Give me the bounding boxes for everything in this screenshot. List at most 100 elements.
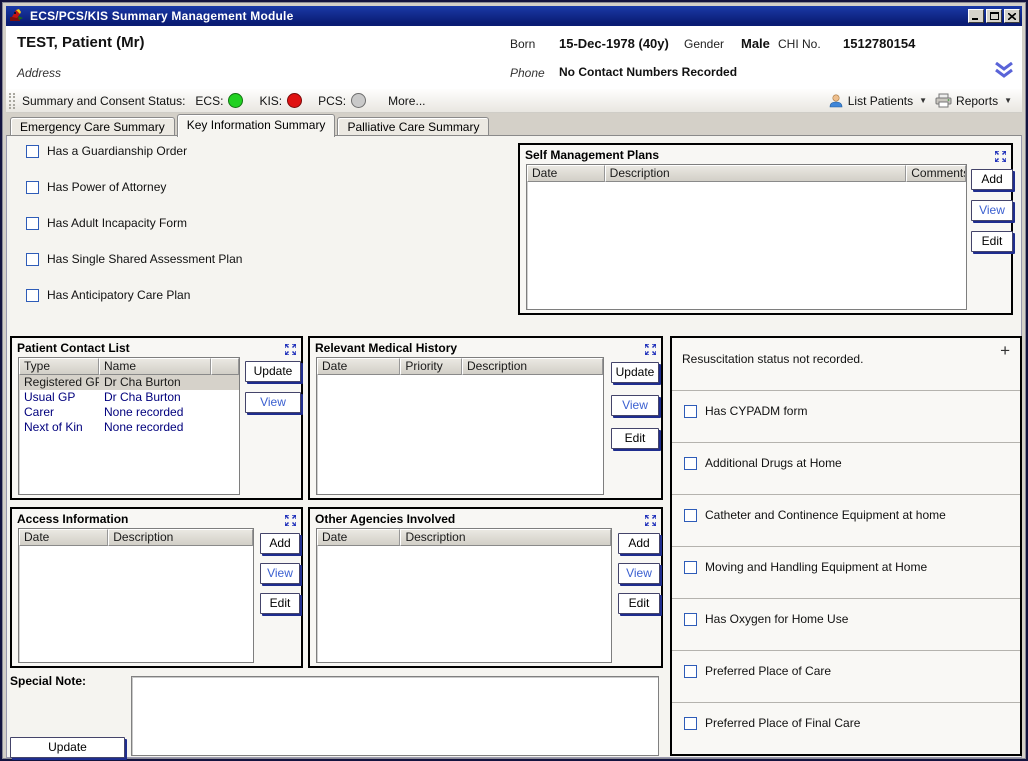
tab-palliative-care-summary[interactable]: Palliative Care Summary bbox=[337, 117, 489, 136]
medical-history-view-button[interactable]: View bbox=[611, 395, 659, 416]
expand-icon bbox=[995, 151, 1006, 162]
preferred-place-final-care-checkbox[interactable] bbox=[684, 717, 697, 730]
contact-row-registered-gp[interactable]: Registered GP Dr Cha Burton bbox=[19, 375, 239, 390]
other-agencies-edit-button[interactable]: Edit bbox=[618, 593, 660, 614]
patient-contact-view-button[interactable]: View bbox=[245, 392, 301, 413]
column-header[interactable]: Type bbox=[19, 358, 99, 375]
column-header[interactable]: Date bbox=[317, 529, 400, 546]
oxygen-checkbox[interactable] bbox=[684, 613, 697, 626]
special-note-update-button[interactable]: Update bbox=[10, 737, 125, 758]
adult-incapacity-row: Has Adult Incapacity Form bbox=[26, 216, 187, 230]
expand-header-button[interactable] bbox=[993, 62, 1015, 84]
anticipatory-care-checkbox[interactable] bbox=[26, 289, 39, 302]
self-management-add-button[interactable]: Add bbox=[971, 169, 1013, 190]
maximize-button[interactable] bbox=[986, 9, 1002, 23]
column-header[interactable]: Comments bbox=[906, 165, 966, 182]
app-icon[interactable] bbox=[9, 8, 25, 24]
other-agencies-view-button[interactable]: View bbox=[618, 563, 660, 584]
care-flags-panel: Resuscitation status not recorded. + Has… bbox=[670, 336, 1022, 756]
catheter-continence-inner: Catheter and Continence Equipment at hom… bbox=[684, 508, 946, 522]
preferred-place-care-label: Preferred Place of Care bbox=[705, 664, 831, 678]
toolbar-grip[interactable] bbox=[9, 93, 15, 109]
contact-row-next-of-kin[interactable]: Next of Kin None recorded bbox=[19, 420, 239, 435]
medical-history-list[interactable]: Date Priority Description bbox=[316, 357, 604, 495]
resuscitation-status-row: Resuscitation status not recorded. + bbox=[672, 338, 1020, 391]
contact-name: None recorded bbox=[99, 405, 239, 420]
access-information-add-button[interactable]: Add bbox=[260, 533, 300, 554]
patient-contact-list-panel: Patient Contact List Type Name Registere… bbox=[10, 336, 303, 500]
minimize-button[interactable] bbox=[968, 9, 984, 23]
preferred-place-final-care-label: Preferred Place of Final Care bbox=[705, 716, 860, 730]
moving-handling-inner: Moving and Handling Equipment at Home bbox=[684, 560, 927, 574]
other-agencies-expand-button[interactable] bbox=[645, 513, 656, 531]
kis-label: KIS: bbox=[259, 94, 282, 108]
self-management-edit-button[interactable]: Edit bbox=[971, 231, 1013, 252]
ecs-status-indicator bbox=[228, 93, 243, 108]
moving-handling-checkbox[interactable] bbox=[684, 561, 697, 574]
column-header[interactable]: Description bbox=[108, 529, 253, 546]
add-resuscitation-button[interactable]: + bbox=[1000, 342, 1010, 359]
access-information-view-button[interactable]: View bbox=[260, 563, 300, 584]
column-header[interactable]: Priority bbox=[400, 358, 462, 375]
tab-emergency-care-summary[interactable]: Emergency Care Summary bbox=[10, 117, 175, 136]
patient-header: TEST, Patient (Mr) Born 15-Dec-1978 (40y… bbox=[6, 26, 1022, 88]
access-information-expand-button[interactable] bbox=[285, 513, 296, 531]
medical-history-expand-button[interactable] bbox=[645, 342, 656, 360]
column-header[interactable] bbox=[211, 358, 239, 375]
patient-contact-list[interactable]: Type Name Registered GP Dr Cha Burton Us… bbox=[18, 357, 240, 495]
column-header[interactable]: Description bbox=[462, 358, 603, 375]
self-management-view-button[interactable]: View bbox=[971, 200, 1013, 221]
additional-drugs-checkbox[interactable] bbox=[684, 457, 697, 470]
reports-button[interactable]: Reports ▼ bbox=[933, 91, 1014, 110]
patient-contact-update-button[interactable]: Update bbox=[245, 361, 301, 382]
adult-incapacity-checkbox[interactable] bbox=[26, 217, 39, 230]
access-information-edit-button[interactable]: Edit bbox=[260, 593, 300, 614]
medical-history-update-button[interactable]: Update bbox=[611, 362, 659, 383]
user-icon bbox=[828, 93, 844, 109]
chevron-double-down-icon bbox=[993, 62, 1015, 79]
power-of-attorney-checkbox[interactable] bbox=[26, 181, 39, 194]
contact-row-carer[interactable]: Carer None recorded bbox=[19, 405, 239, 420]
phone-value: No Contact Numbers Recorded bbox=[559, 65, 737, 79]
column-header[interactable]: Date bbox=[527, 165, 605, 182]
self-management-plans-list[interactable]: Date Description Comments bbox=[526, 164, 967, 310]
additional-drugs-row: Additional Drugs at Home bbox=[672, 443, 1020, 495]
preferred-place-care-checkbox[interactable] bbox=[684, 665, 697, 678]
column-header[interactable]: Description bbox=[605, 165, 907, 182]
other-agencies-panel: Other Agencies Involved Date Description… bbox=[308, 507, 663, 668]
tab-key-information-summary[interactable]: Key Information Summary bbox=[177, 114, 336, 137]
other-agencies-add-button[interactable]: Add bbox=[618, 533, 660, 554]
additional-drugs-inner: Additional Drugs at Home bbox=[684, 456, 842, 470]
special-note-textarea[interactable] bbox=[131, 676, 659, 756]
relevant-medical-history-title: Relevant Medical History bbox=[310, 338, 661, 355]
patient-contact-expand-button[interactable] bbox=[285, 342, 296, 360]
anticipatory-care-row: Has Anticipatory Care Plan bbox=[26, 288, 190, 302]
key-information-summary-content: Has a Guardianship Order Has Power of At… bbox=[6, 135, 1022, 758]
medical-history-edit-button[interactable]: Edit bbox=[611, 428, 659, 449]
catheter-continence-checkbox[interactable] bbox=[684, 509, 697, 522]
column-header[interactable]: Date bbox=[19, 529, 108, 546]
column-header[interactable]: Date bbox=[317, 358, 400, 375]
access-information-panel: Access Information Date Description Add … bbox=[10, 507, 303, 668]
phone-label: Phone bbox=[510, 66, 545, 80]
guardianship-order-label: Has a Guardianship Order bbox=[47, 144, 187, 158]
column-header[interactable]: Description bbox=[400, 529, 611, 546]
other-agencies-list[interactable]: Date Description bbox=[316, 528, 612, 663]
oxygen-row: Has Oxygen for Home Use bbox=[672, 599, 1020, 651]
access-information-list[interactable]: Date Description bbox=[18, 528, 254, 663]
close-button[interactable] bbox=[1004, 9, 1020, 23]
self-management-expand-button[interactable] bbox=[995, 149, 1006, 167]
shared-assessment-checkbox[interactable] bbox=[26, 253, 39, 266]
additional-drugs-label: Additional Drugs at Home bbox=[705, 456, 842, 470]
cypadm-checkbox[interactable] bbox=[684, 405, 697, 418]
power-of-attorney-row: Has Power of Attorney bbox=[26, 180, 166, 194]
contact-row-usual-gp[interactable]: Usual GP Dr Cha Burton bbox=[19, 390, 239, 405]
oxygen-label: Has Oxygen for Home Use bbox=[705, 612, 848, 626]
self-management-plans-panel: Self Management Plans Date Description C… bbox=[518, 143, 1013, 315]
moving-handling-row: Moving and Handling Equipment at Home bbox=[672, 547, 1020, 599]
column-header[interactable]: Name bbox=[99, 358, 211, 375]
preferred-place-care-row: Preferred Place of Care bbox=[672, 651, 1020, 703]
guardianship-order-checkbox[interactable] bbox=[26, 145, 39, 158]
list-patients-button[interactable]: List Patients ▼ bbox=[826, 91, 929, 111]
more-link[interactable]: More... bbox=[388, 94, 425, 108]
